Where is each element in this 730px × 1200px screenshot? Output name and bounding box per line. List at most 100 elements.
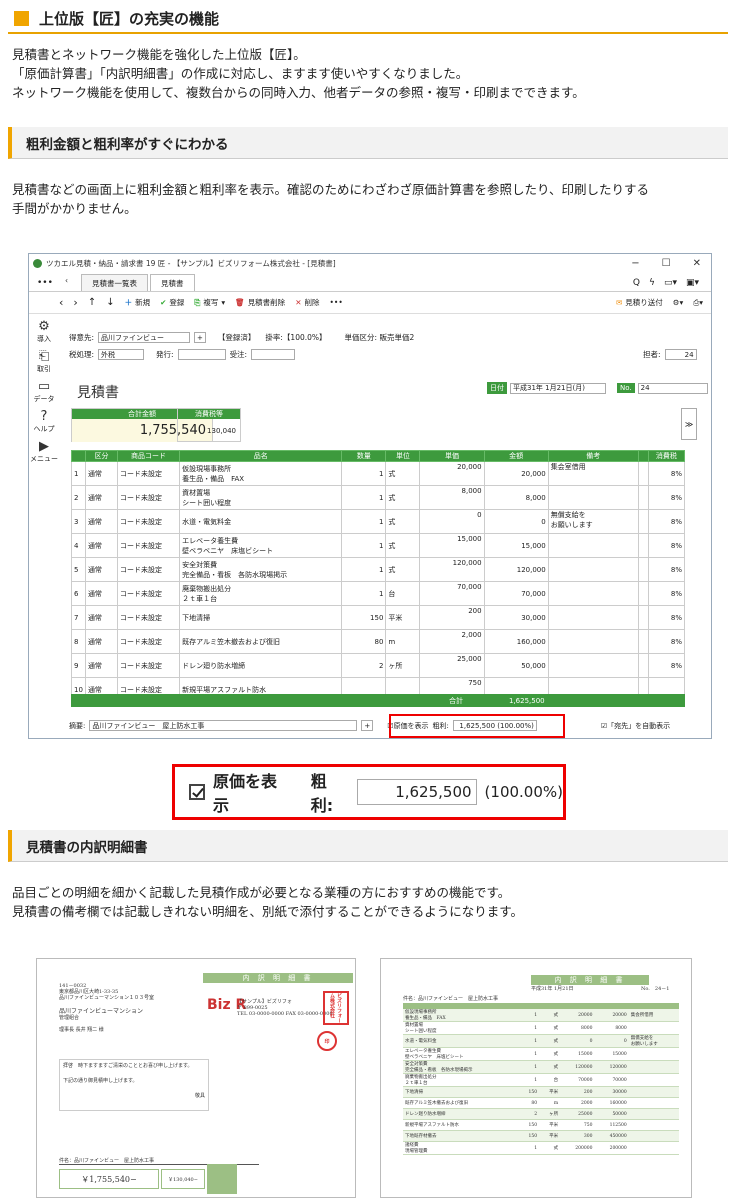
highlight-box bbox=[389, 714, 565, 738]
date-box: 日付 平成31年 1月21日(月) No. 24 bbox=[487, 382, 708, 394]
toolbar-more[interactable]: ••• bbox=[329, 298, 342, 307]
sidebar-item-deal[interactable]: ⎗ 取引 bbox=[37, 350, 51, 374]
play-icon: ▶ bbox=[39, 439, 49, 454]
add-summary-button[interactable]: + bbox=[361, 720, 374, 731]
gross-line-2: 手間がかかりません。 bbox=[12, 201, 137, 216]
toolbar: ‹ › ↑ ↓ ＋新規 ✔ 登録 ⎘ 複写 ▾ 🗑 見積書削除 ✕ 削除 ••• ✉ 見積り… bbox=[29, 292, 711, 314]
tab-tools-icons[interactable]: Q ϟ ▭▾ ▣▾ bbox=[633, 275, 699, 291]
list-item: 資材置場 シート囲い程度 1 式 8000 8000 bbox=[403, 1021, 679, 1035]
intro-line-3: ネットワーク機能を使用して、複数台からの同時入力、他者データの参照・複写・印刷ま… bbox=[12, 85, 585, 100]
tab-back-icon[interactable]: ‹ bbox=[65, 276, 68, 285]
register-button[interactable]: ✔ 登録 bbox=[160, 297, 184, 308]
list-item: 下地清掃 150 平米 200 30000 bbox=[403, 1086, 679, 1098]
breakdown-table: 仮設現場事務所 養生品・備品 FAX 1 式 20000 20000 集会所借用 資材置場 … bbox=[403, 1009, 679, 1155]
delete-quote-button[interactable]: 🗑 見積書削除 bbox=[235, 297, 285, 308]
sidebar-item-menu[interactable]: ▶ メニュー bbox=[30, 440, 58, 464]
close-icon[interactable]: ✕ bbox=[693, 258, 701, 269]
company-stamp: ビズリフォーム株式会社 bbox=[323, 991, 349, 1025]
nav-next-icon[interactable]: › bbox=[73, 296, 77, 309]
section-heading-premium: 上位版【匠】の充実の機能 bbox=[8, 4, 728, 34]
minimize-icon[interactable]: − bbox=[631, 258, 639, 269]
list-item: 下地既存材撤去 150 平米 300 450000 bbox=[403, 1130, 679, 1142]
sidebar-item-help[interactable]: ? ヘルプ bbox=[34, 410, 55, 434]
help-icon: ? bbox=[40, 409, 48, 424]
tax-amount: 消費税等 130,040 bbox=[177, 408, 241, 442]
list-item: 廃棄物搬出処分 ２ｔ車１台 1 台 70000 70000 bbox=[403, 1073, 679, 1087]
list-item: 水道・電気料金 1 式 0 0 無償支給を お願いします bbox=[403, 1034, 679, 1048]
maximize-icon[interactable]: ☐ bbox=[662, 258, 671, 269]
table-row[interactable]: 1 通常 コード未設定 仮設現場事務所 養生品・備品 FAX 1 式 20,000 20,00… bbox=[71, 461, 686, 486]
expand-chevron-icon[interactable]: ≫ bbox=[681, 408, 697, 440]
tax-select[interactable]: 外税 bbox=[98, 349, 145, 360]
app-logo-icon bbox=[33, 258, 42, 268]
section-title: 上位版【匠】の充実の機能 bbox=[39, 9, 220, 28]
gross-label: 粗利: bbox=[310, 772, 334, 815]
auto-destination-checkbox[interactable]: ☑「宛先」を自動表示 bbox=[601, 721, 670, 731]
window-titlebar: ツカエル見積・納品・請求書 19 匠 - 【サンプル】ビズリフォーム株式会社 -… bbox=[29, 254, 711, 272]
issue-select[interactable] bbox=[177, 349, 226, 360]
sidebar: ⚙ 導入 ⎗ 取引 ▭ データ ? ヘルプ ▶ メニュー bbox=[29, 312, 59, 738]
list-item: エレベータ養生費 壁ベラベニヤ 床塩ビシート 1 式 15000 15000 bbox=[403, 1047, 679, 1061]
doc-band: 内 訳 明 細 書 bbox=[203, 973, 353, 983]
section-title: 見積書の内訳明細書 bbox=[26, 839, 148, 856]
table-row[interactable]: 3 通常 コード未設定 水道・電気料金 1 式 0 0 無償支給を お願いします 8% bbox=[71, 509, 686, 534]
tax-row: 税処理: 外税 発行: 受注: bbox=[69, 349, 296, 360]
gear-icon: ⚙ bbox=[38, 319, 50, 334]
new-button[interactable]: ＋新規 bbox=[125, 297, 151, 308]
staff-input[interactable]: 24 bbox=[664, 349, 697, 360]
settings-icon[interactable]: ⚙▾ bbox=[673, 298, 684, 307]
staff-row: 担者: 24 bbox=[643, 349, 697, 360]
app-screenshot: ツカエル見積・納品・請求書 19 匠 - 【サンプル】ビズリフォーム株式会社 -… bbox=[28, 253, 712, 739]
table-row[interactable]: 5 通常 コード未設定 安全対策費 完全備品・看板 各防水現場掲示 1 式 120,000 1… bbox=[71, 557, 686, 582]
personal-stamp: 印 bbox=[317, 1031, 337, 1051]
gross-value: 1,625,500 bbox=[356, 779, 477, 805]
date-input[interactable]: 平成31年 1月21日(月) bbox=[510, 382, 606, 394]
breakdown-line-2: 見積書の備考欄では記載しきれない明細を、別紙で添付することができるようになります… bbox=[12, 904, 524, 919]
table-row[interactable]: 8 通常 コード未設定 既存アルミ笠木撤去および復旧 80 m 2,000 160,000 8% bbox=[71, 629, 686, 654]
customer-row: 得意先: 品川ファインビュー + 【登録済】 掛率:【100.0%】 単価区分:… bbox=[69, 332, 415, 343]
table-row[interactable]: 9 通常 コード未設定 ドレン廻り防水増締 2 ヶ所 25,000 50,000 8% bbox=[71, 653, 686, 678]
table-row[interactable]: 7 通常 コード未設定 下地清掃 150 平米 200 30,000 8% bbox=[71, 605, 686, 630]
list-item: ドレン廻り防水増締 2 ヶ所 25000 50000 bbox=[403, 1108, 679, 1120]
tab-quote[interactable]: 見積書 bbox=[150, 274, 195, 291]
document-title: 見積書 bbox=[77, 385, 119, 401]
down-icon[interactable]: ↓ bbox=[106, 297, 114, 308]
section-heading-breakdown: 見積書の内訳明細書 bbox=[8, 830, 728, 862]
folder-icon: ▭ bbox=[37, 379, 51, 394]
gross-line-1: 見積書などの画面上に粗利金額と粗利率を表示。確認のためにわざわざ原価計算書を参照… bbox=[12, 182, 650, 197]
list-item: 安全対策費 完全備品・看板 各防水現場掲示 1 式 120000 120000 bbox=[403, 1060, 679, 1074]
nav-prev-icon[interactable]: ‹ bbox=[59, 296, 63, 309]
summary-input[interactable]: 品川ファインビュー 屋上防水工事 bbox=[89, 720, 358, 731]
tab-bar: ••• ‹ 見積書一覧表 見積書 Q ϟ ▭▾ ▣▾ bbox=[29, 272, 711, 292]
intro-line-1: 見積書とネットワーク機能を強化した上位版【匠】。 bbox=[12, 47, 306, 62]
export-icon: ⎗ bbox=[38, 349, 50, 364]
table-row[interactable]: 2 通常 コード未設定 資材置場 シート囲い程度 1 式 8,000 8,000 8% bbox=[71, 485, 686, 510]
up-icon[interactable]: ↑ bbox=[88, 297, 96, 308]
more-icon[interactable]: ••• bbox=[37, 278, 53, 288]
sample-breakdown-document: 内 訳 明 細 書 平成31年 1月21日 No. 24－1 件名：品川ファイン… bbox=[380, 958, 692, 1198]
section-heading-gross: 粗利金額と粗利率がすぐにわかる bbox=[8, 127, 728, 159]
list-item: 新規平場アスファルト防水 150 平米 750 112500 bbox=[403, 1119, 679, 1131]
list-item: 諸経費 現場管理費 1 式 200000 200000 bbox=[403, 1141, 679, 1155]
gross-percent: (100.00%) bbox=[484, 783, 563, 801]
table-row[interactable]: 4 通常 コード未設定 エレベータ養生費 壁ベラベニヤ 床塩ビシート 1 式 15,000 1… bbox=[71, 533, 686, 558]
order-select[interactable] bbox=[251, 349, 296, 360]
add-customer-button[interactable]: + bbox=[194, 332, 206, 343]
list-item: 仮設現場事務所 養生品・備品 FAX 1 式 20000 20000 集会所借用 bbox=[403, 1009, 679, 1022]
tab-quote-list[interactable]: 見積書一覧表 bbox=[81, 274, 148, 291]
print-icon[interactable]: ⎙▾ bbox=[693, 298, 703, 308]
table-row[interactable]: 6 通常 コード未設定 廃棄物搬出処分 ２ｔ車１台 1 台 70,000 70,000 8% bbox=[71, 581, 686, 606]
delete-button[interactable]: ✕ 削除 bbox=[295, 297, 319, 308]
list-item: 既存アルミ笠木撤去および復旧 80 m 2000 160000 bbox=[403, 1097, 679, 1109]
copy-button[interactable]: ⎘ 複写 ▾ bbox=[194, 297, 225, 308]
items-table: 区分 商品コード 品名 数量 単位 単価 金額 備考 消費税 1 通常 コード未設定… bbox=[71, 450, 686, 702]
customer-select[interactable]: 品川ファインビュー bbox=[98, 332, 191, 343]
sample-quote-document: 内 訳 明 細 書 141－0032 東京都品川区大崎1-33-35 品川ファインビ… bbox=[36, 958, 356, 1198]
sidebar-item-intro[interactable]: ⚙ 導入 bbox=[37, 320, 51, 344]
show-cost-label: 原価を表示 bbox=[212, 772, 277, 815]
heading-square-icon bbox=[14, 10, 29, 26]
number-input[interactable]: 24 bbox=[637, 382, 708, 394]
sidebar-item-data[interactable]: ▭ データ bbox=[34, 380, 55, 404]
table-total-bar: 合計 1,625,500 bbox=[71, 694, 685, 707]
send-button[interactable]: ✉ 見積り送付 bbox=[616, 297, 663, 308]
